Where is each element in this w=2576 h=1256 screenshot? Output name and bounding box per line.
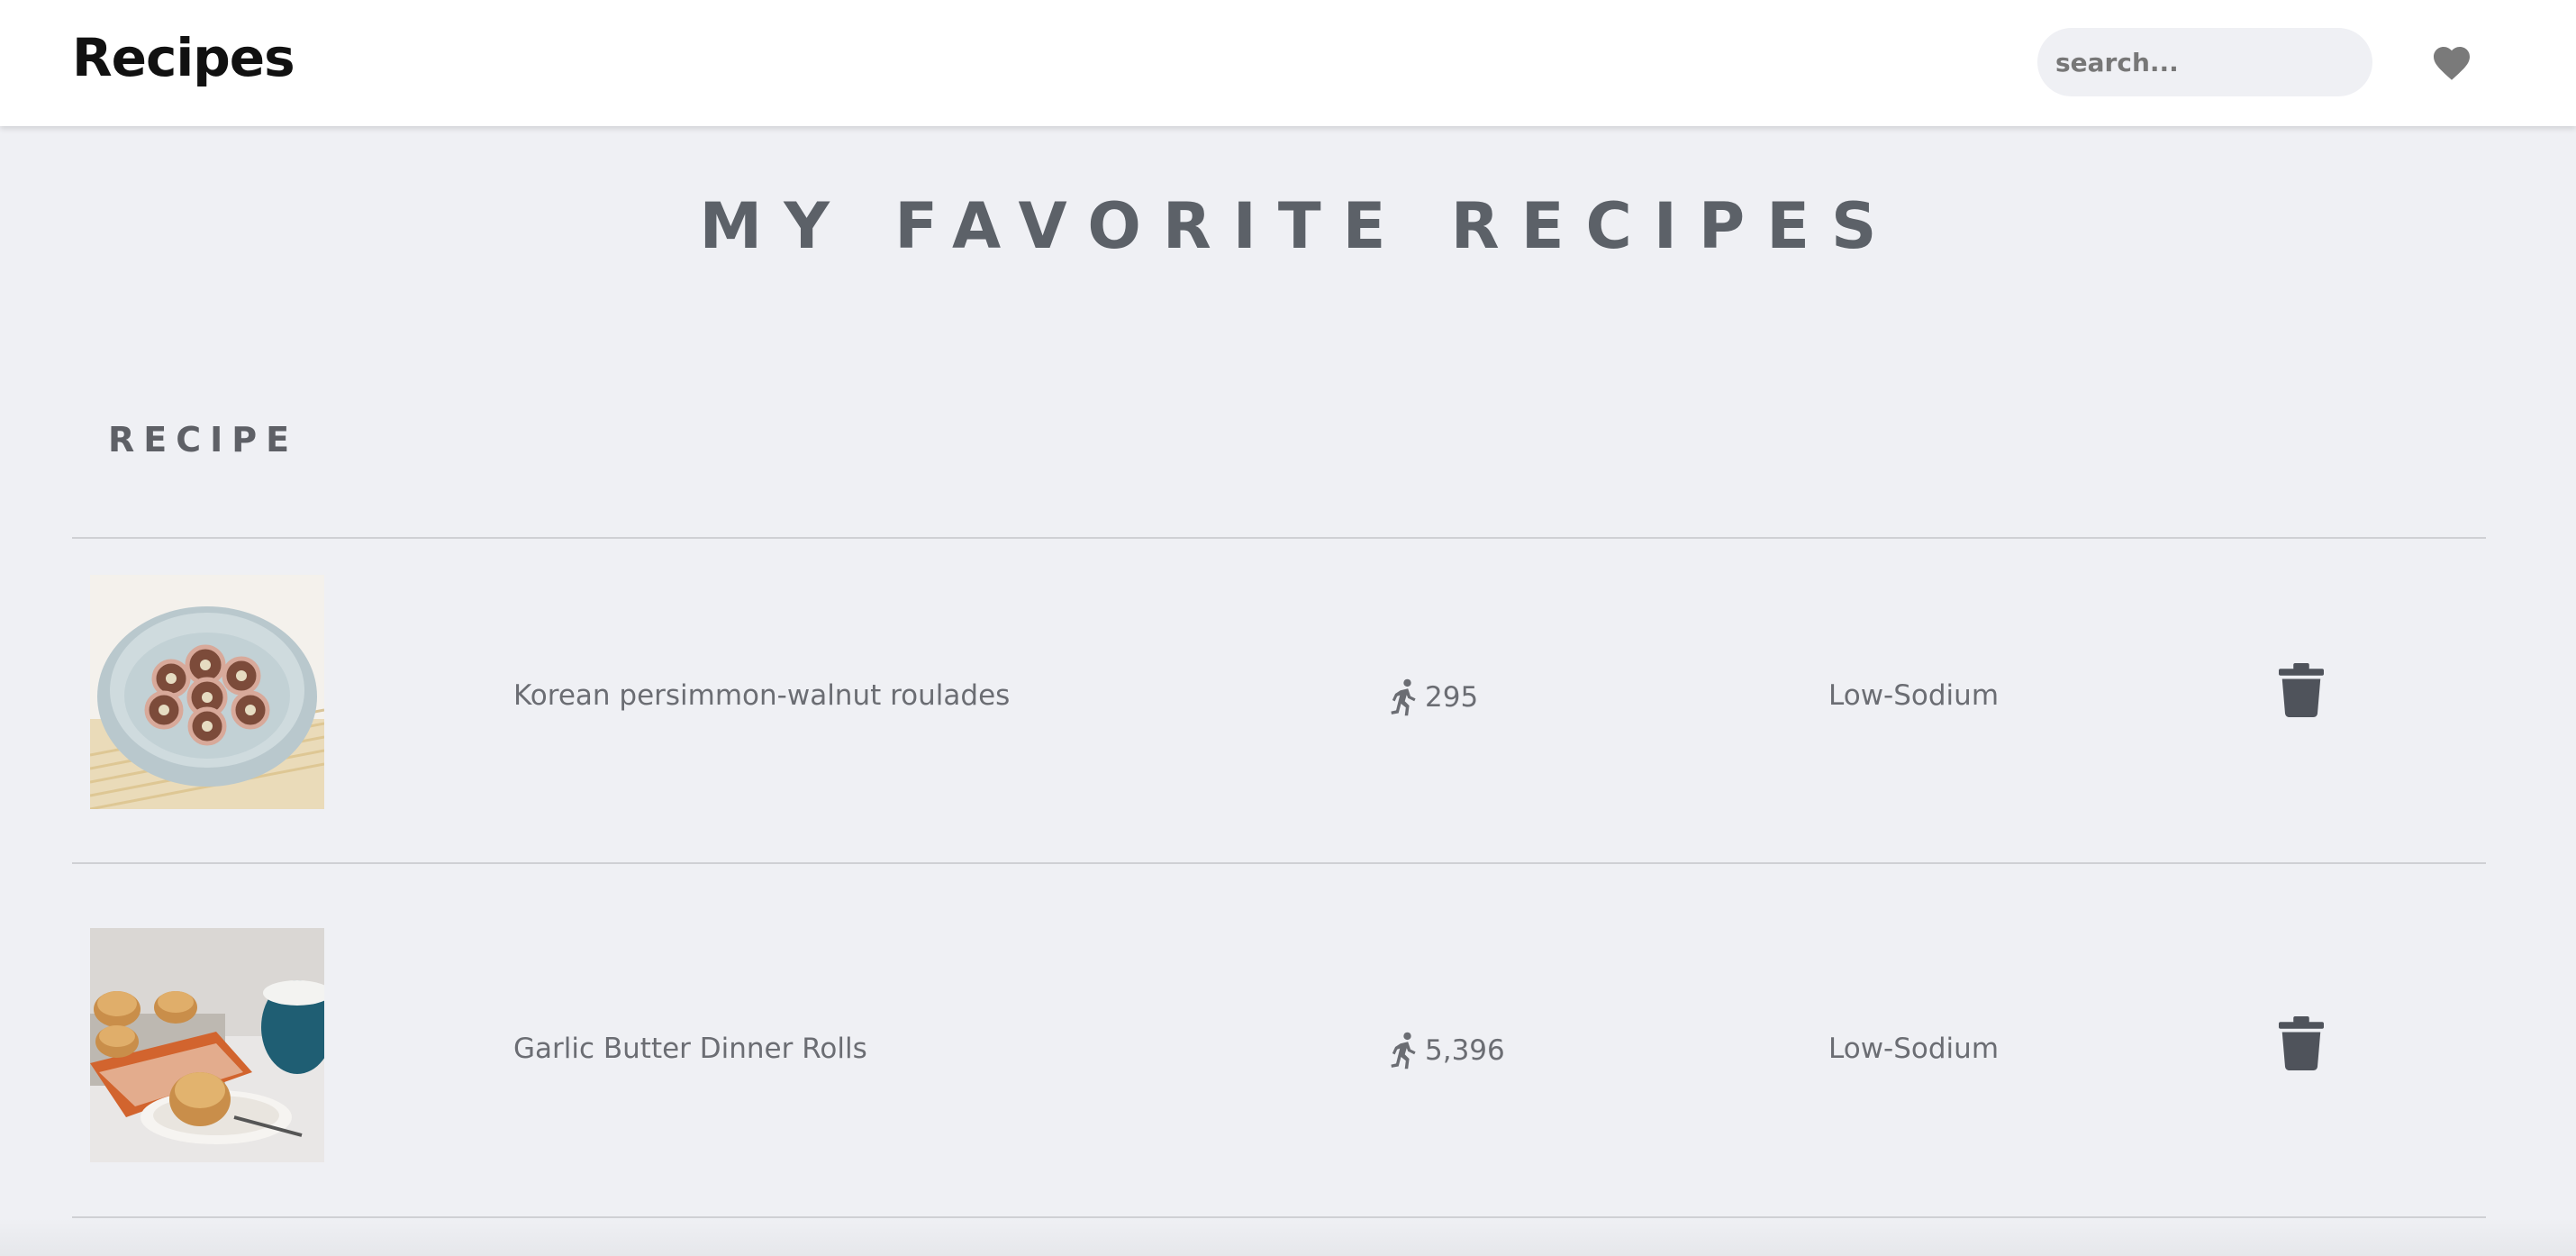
recipe-name[interactable]: Garlic Butter Dinner Rolls [513,1033,867,1065]
running-person-icon [1391,678,1416,716]
heart-icon[interactable] [2430,41,2473,81]
trash-icon[interactable] [2279,663,2324,717]
table-row: Korean persimmon-walnut roulades 295 Low… [72,539,2486,892]
page-title: MY FAVORITE RECIPES [699,189,1899,263]
recipe-image[interactable] [90,575,324,809]
table-row: Garlic Butter Dinner Rolls 5,396 Low-Sod… [72,892,2486,1245]
recipe-column-header: RECIPE [108,420,299,460]
divider [72,862,2486,864]
calories-value: 295 [1425,681,1479,714]
calories-value: 5,396 [1425,1034,1505,1067]
recipe-image[interactable] [90,928,324,1162]
running-person-icon [1391,1032,1416,1069]
recipe-calories: 295 [1389,676,1478,719]
trash-icon[interactable] [2279,1016,2324,1070]
recipe-calories: 5,396 [1389,1029,1505,1072]
bottom-shadow [0,1218,2576,1256]
recipe-name[interactable]: Korean persimmon-walnut roulades [513,679,1010,712]
diet-label: Low-Sodium [1828,1033,2000,1065]
top-navbar: Recipes [0,0,2576,126]
diet-label: Low-Sodium [1828,679,2000,712]
brand-logo[interactable]: Recipes [72,27,295,88]
search-input[interactable] [2037,28,2372,96]
